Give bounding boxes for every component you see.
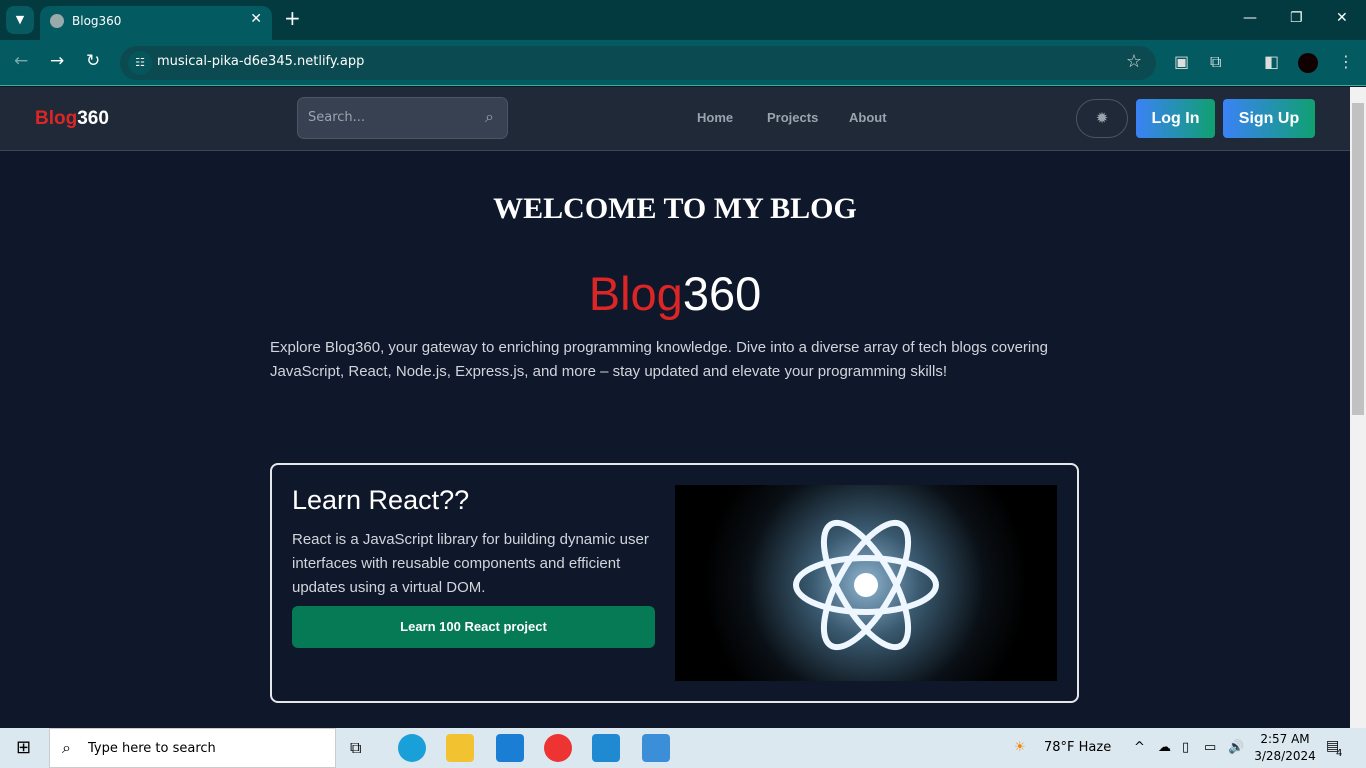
profile-avatar[interactable] — [1298, 53, 1318, 73]
menu-icon[interactable]: ⋮ — [1338, 52, 1354, 71]
clock-time[interactable]: 2:57 AM — [1255, 732, 1315, 746]
hero-logo-white: 360 — [682, 267, 762, 320]
back-icon[interactable]: ← — [14, 51, 28, 71]
site-header: Blog360 ⌕ Home Projects About ✹ Log In S… — [0, 87, 1350, 151]
search-input[interactable] — [308, 110, 468, 125]
address-bar[interactable]: ☷ musical-pika-d6e345.netlify.app ☆ — [120, 46, 1156, 80]
bookmark-star-icon[interactable]: ☆ — [1126, 51, 1142, 72]
camera-extension-icon[interactable]: ▣ — [1174, 52, 1189, 71]
signup-button[interactable]: Sign Up — [1223, 99, 1315, 138]
hero-logo: Blog360 — [0, 266, 1350, 321]
react-atom-icon — [793, 519, 939, 651]
search-icon: ⌕ — [62, 738, 71, 757]
restore-button[interactable]: ❐ — [1290, 10, 1303, 26]
browser-toolbar: ← → ↻ ☷ musical-pika-d6e345.netlify.app … — [0, 40, 1366, 86]
search-icon[interactable]: ⌕ — [485, 107, 494, 127]
clock-date[interactable]: 3/28/2024 — [1250, 749, 1320, 763]
new-tab-button[interactable]: + — [284, 6, 301, 30]
browser-tab-strip: ▼ Blog360 ✕ + — ❐ ✕ — [0, 0, 1366, 40]
react-logo-image — [675, 485, 1057, 681]
reload-icon[interactable]: ↻ — [86, 51, 100, 71]
learn-react-button[interactable]: Learn 100 React project — [292, 606, 655, 648]
taskbar-search[interactable]: ⌕ Type here to search — [49, 728, 336, 768]
card-title: Learn React?? — [292, 485, 470, 515]
weather-text[interactable]: 78°F Haze — [1044, 740, 1111, 755]
side-panel-icon[interactable]: ◧ — [1264, 52, 1279, 71]
notification-count: 4 — [1336, 748, 1343, 759]
mail-icon[interactable] — [496, 734, 524, 762]
close-window-button[interactable]: ✕ — [1336, 10, 1348, 26]
minimize-button[interactable]: — — [1243, 10, 1257, 26]
taskbar-search-text: Type here to search — [88, 741, 216, 756]
hero-logo-red: Blog — [588, 267, 683, 320]
photos-icon[interactable] — [642, 734, 670, 762]
weather-icon[interactable]: ☀ — [1014, 740, 1026, 755]
page-scrollbar[interactable] — [1350, 87, 1366, 728]
tab-title: Blog360 — [72, 14, 122, 28]
network-icon[interactable]: ☁ — [1158, 740, 1171, 755]
windows-taskbar: ⊞ ⌕ Type here to search ⧉ ☀ 78°F Haze ^ … — [0, 728, 1366, 768]
extensions-icon[interactable]: ⧉ — [1210, 52, 1221, 72]
show-hidden-icons[interactable]: ^ — [1134, 740, 1145, 755]
vscode-icon[interactable] — [592, 734, 620, 762]
theme-toggle-sun-icon[interactable]: ✹ — [1076, 99, 1128, 138]
nav-about[interactable]: About — [849, 110, 887, 125]
close-tab-icon[interactable]: ✕ — [250, 11, 262, 27]
volume-icon[interactable]: 🔊 — [1228, 740, 1244, 755]
task-view-icon[interactable]: ⧉ — [350, 738, 361, 758]
windows-start-icon[interactable]: ⊞ — [16, 737, 31, 758]
logo-white: 360 — [77, 108, 109, 129]
site-logo[interactable]: Blog360 — [35, 108, 109, 130]
tab-search-button[interactable]: ▼ — [6, 6, 34, 34]
meet-icon[interactable]: ▯ — [1182, 740, 1189, 755]
search-box: ⌕ — [297, 97, 508, 139]
main-content: WELCOME TO MY BLOG Blog360 Explore Blog3… — [0, 152, 1350, 728]
file-explorer-icon[interactable] — [446, 734, 474, 762]
globe-icon — [50, 14, 64, 28]
nav-projects[interactable]: Projects — [767, 110, 818, 125]
scrollbar-thumb[interactable] — [1352, 103, 1364, 415]
page-title: WELCOME TO MY BLOG — [493, 192, 857, 225]
logo-red: Blog — [35, 108, 78, 129]
chrome-icon[interactable] — [544, 734, 572, 762]
site-info-icon[interactable]: ☷ — [128, 51, 152, 75]
forward-icon[interactable]: → — [50, 51, 64, 71]
nav-home[interactable]: Home — [697, 110, 733, 125]
edge-icon[interactable] — [398, 734, 426, 762]
url-text[interactable]: musical-pika-d6e345.netlify.app — [157, 54, 364, 69]
login-button[interactable]: Log In — [1136, 99, 1215, 138]
intro-text: Explore Blog360, your gateway to enrichi… — [270, 339, 1048, 380]
battery-icon[interactable]: ▭ — [1204, 740, 1216, 755]
card-text: React is a JavaScript library for buildi… — [292, 531, 649, 596]
browser-tab[interactable]: Blog360 ✕ — [40, 6, 272, 40]
react-card: Learn React?? React is a JavaScript libr… — [270, 463, 1079, 703]
